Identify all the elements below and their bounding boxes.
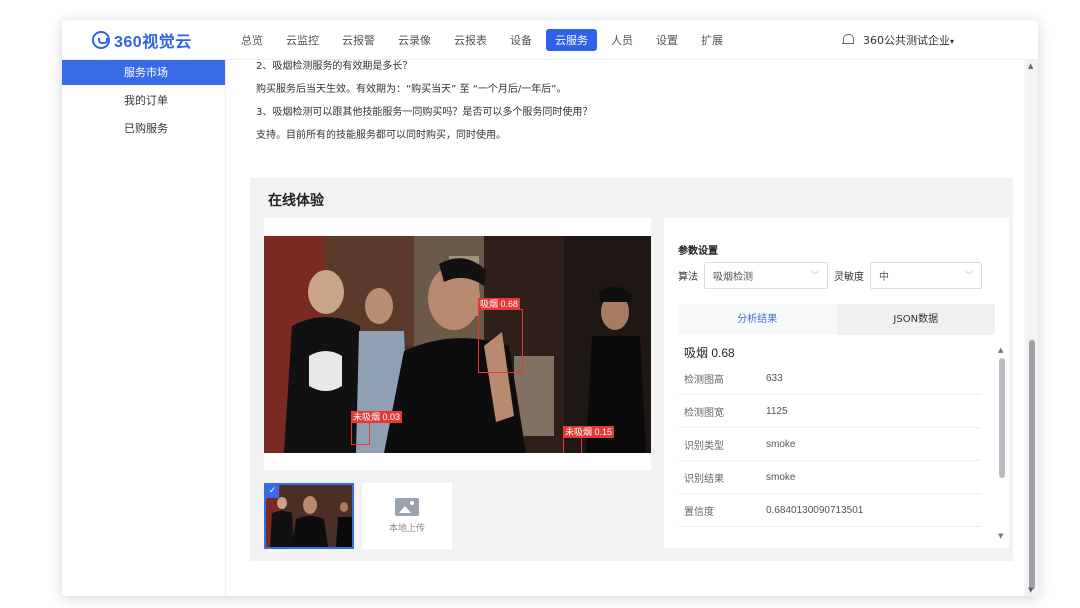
result-value: 0.6840130090713501: [766, 504, 864, 516]
logo-text: 360视觉云: [114, 34, 192, 51]
bell-icon[interactable]: [841, 34, 854, 46]
trial-title: 在线体验: [268, 193, 324, 209]
sidebar-item-purchased[interactable]: 已购服务: [62, 116, 225, 141]
app-window: 360视觉云 总览 云监控 云报警 云录像 云报表 设备 云服务 人员 设置 扩…: [62, 20, 1038, 596]
nav-cloud-monitor[interactable]: 云监控: [277, 29, 328, 51]
chevron-down-icon: ﹀: [965, 271, 973, 280]
faq-question: 2、吸烟检测服务的有效期是多长？: [256, 61, 413, 72]
detection-box-not-smoking: 未吸烟 0.03: [351, 411, 403, 445]
nav-cloud-service[interactable]: 云服务: [546, 29, 597, 51]
result-scrollbar[interactable]: ▲ ▼: [998, 346, 1005, 540]
nav-devices[interactable]: 设备: [501, 29, 541, 51]
result-row: 识别结果 smoke: [678, 461, 981, 494]
local-upload-button[interactable]: 本地上传: [362, 483, 452, 549]
detection-label: 未吸烟 0.03: [351, 411, 403, 423]
algorithm-select[interactable]: 吸烟检测 ﹀: [704, 262, 828, 289]
chevron-down-icon: ﹀: [811, 271, 819, 280]
faq-answer: 支持。目前所有的技能服务都可以同时购买，同时使用。: [256, 130, 506, 141]
result-value: smoke: [766, 471, 796, 483]
detection-image: 吸烟 0.68 未吸烟 0.03 未吸烟 0.15: [264, 236, 651, 453]
result-row: 检测图宽 1125: [678, 395, 981, 428]
nav-extensions[interactable]: 扩展: [692, 29, 732, 51]
params-title: 参数设置: [678, 246, 718, 257]
result-heading: 吸烟 0.68: [684, 346, 735, 360]
nav-overview[interactable]: 总览: [232, 29, 272, 51]
account-menu[interactable]: 360公共测试企业▾: [863, 32, 954, 48]
result-label: 识别结果: [684, 473, 724, 485]
result-value: 633: [766, 372, 783, 384]
faq-section: 2、吸烟检测服务的有效期是多长？ 购买服务后当天生效。有效期为：“购买当天” 至…: [256, 60, 592, 152]
result-scrollbar-thumb[interactable]: [999, 358, 1005, 478]
faq-question: 3、吸烟检测可以跟其他技能服务一同购买吗？是否可以多个服务同时使用？: [256, 107, 593, 118]
caret-down-icon: ▾: [949, 37, 954, 46]
result-label: 置信度: [684, 506, 714, 518]
sensitivity-label: 灵敏度: [834, 272, 864, 283]
top-navigation: 360视觉云 总览 云监控 云报警 云录像 云报表 设备 云服务 人员 设置 扩…: [62, 20, 1038, 60]
scene-illustration: [264, 236, 651, 453]
online-trial-panel: 在线体验 吸烟 0.68 未吸烟 0.03 未吸烟 0.15 ✓ 本地上传 参数…: [250, 178, 1013, 561]
faq-answer: 购买服务后当天生效。有效期为：“购买当天” 至 “一个月后/一年后”。: [256, 84, 567, 95]
detection-box-smoking: 吸烟 0.68: [478, 298, 523, 373]
params-panel: 参数设置 算法 吸烟检测 ﹀ 灵敏度 中 ﹀ 分析结果 JSON数据 吸烟 0.…: [664, 218, 1009, 548]
scroll-down-icon[interactable]: ▼: [1028, 586, 1033, 594]
scroll-up-icon[interactable]: ▲: [1028, 62, 1033, 70]
result-label: 检测图宽: [684, 407, 724, 419]
logo-icon: [92, 31, 110, 49]
sample-thumbnail[interactable]: ✓: [264, 483, 354, 549]
logo[interactable]: 360视觉云: [92, 30, 192, 51]
nav-cloud-report[interactable]: 云报表: [445, 29, 496, 51]
scroll-down-icon[interactable]: ▼: [998, 532, 1003, 540]
selected-check-icon: ✓: [266, 485, 279, 498]
image-icon: [395, 498, 419, 516]
result-value: smoke: [766, 438, 796, 450]
page-scrollbar-thumb[interactable]: [1029, 340, 1035, 590]
result-label: 识别类型: [684, 440, 724, 452]
main-nav: 总览 云监控 云报警 云录像 云报表 设备 云服务 人员 设置 扩展: [232, 29, 737, 51]
main-content: 2、吸烟检测服务的有效期是多长？ 购买服务后当天生效。有效期为：“购买当天” 至…: [226, 60, 1024, 596]
algorithm-label: 算法: [678, 272, 698, 283]
sidebar: 服务市场 我的订单 已购服务: [62, 60, 226, 596]
account-area: 360公共测试企业▾: [841, 32, 954, 48]
sidebar-item-my-orders[interactable]: 我的订单: [62, 88, 225, 113]
scroll-up-icon[interactable]: ▲: [998, 346, 1003, 354]
nav-personnel[interactable]: 人员: [602, 29, 642, 51]
account-name: 360公共测试企业: [862, 34, 950, 47]
result-row: 检测图高 633: [678, 362, 981, 395]
nav-cloud-alarm[interactable]: 云报警: [333, 29, 384, 51]
nav-cloud-recording[interactable]: 云录像: [389, 29, 440, 51]
result-value: 1125: [766, 405, 788, 417]
sensitivity-value: 中: [879, 272, 889, 283]
tab-analysis-result[interactable]: 分析结果: [678, 304, 837, 335]
detection-box-not-smoking: 未吸烟 0.15: [563, 426, 615, 453]
result-row: 置信度 0.6840130090713501: [678, 494, 981, 527]
sensitivity-select[interactable]: 中 ﹀: [870, 262, 982, 289]
detection-label: 未吸烟 0.15: [563, 426, 615, 438]
sidebar-item-service-market[interactable]: 服务市场: [62, 60, 225, 85]
params-row: 算法 吸烟检测 ﹀ 灵敏度 中 ﹀: [678, 262, 988, 289]
result-tabs: 分析结果 JSON数据: [678, 304, 995, 335]
page-scrollbar[interactable]: ▲ ▼: [1026, 60, 1038, 596]
upload-label: 本地上传: [388, 524, 425, 534]
result-row: 识别类型 smoke: [678, 428, 981, 461]
result-label: 检测图高: [684, 374, 724, 386]
detection-label: 吸烟 0.68: [478, 298, 521, 310]
algorithm-value: 吸烟检测: [713, 272, 753, 283]
image-thumbnails: ✓ 本地上传: [264, 483, 452, 549]
detection-preview: 吸烟 0.68 未吸烟 0.03 未吸烟 0.15: [264, 218, 651, 470]
analysis-result: 吸烟 0.68 检测图高 633 检测图宽 1125 识别类型 smoke 识别…: [678, 344, 995, 542]
tab-json-data[interactable]: JSON数据: [837, 304, 996, 335]
nav-settings[interactable]: 设置: [647, 29, 687, 51]
